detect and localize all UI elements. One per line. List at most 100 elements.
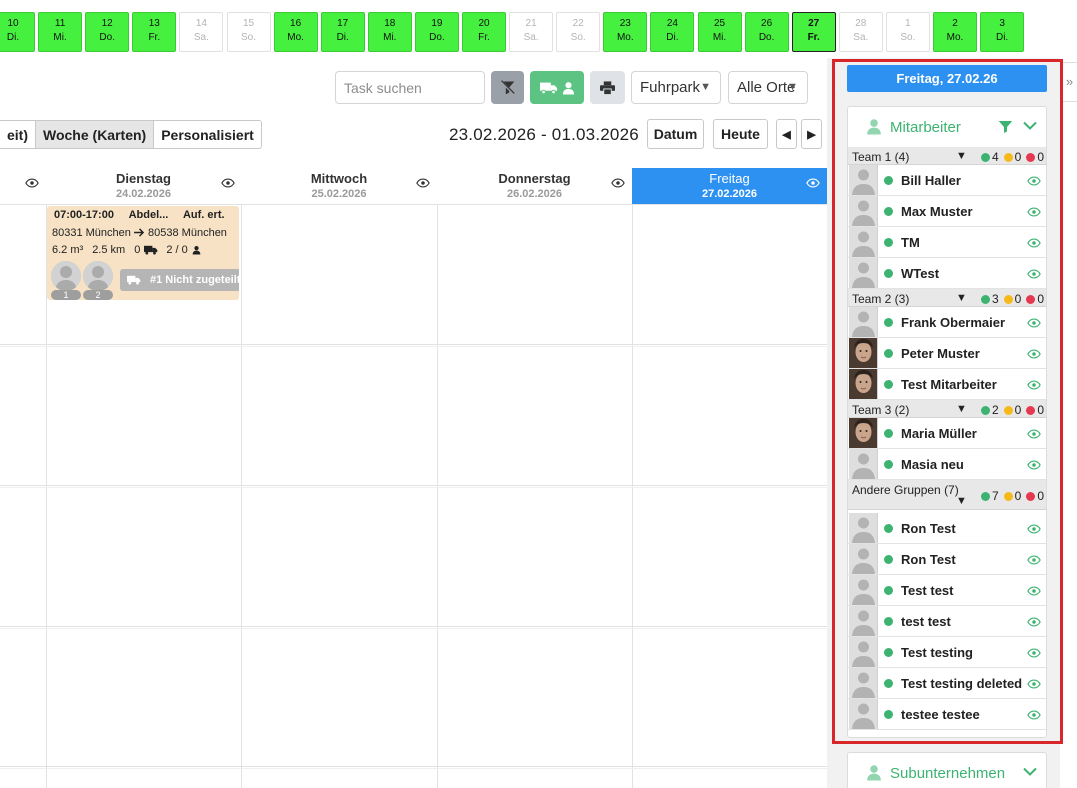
day-weekday: So. bbox=[240, 32, 256, 43]
task-card[interactable]: 07:00-17:00 Abdel... Auf. ert. 80331 Mün… bbox=[47, 206, 239, 300]
truck-icon bbox=[144, 245, 158, 255]
day-weekday: Fr. bbox=[148, 32, 161, 43]
day-cell[interactable]: 1 So. bbox=[885, 12, 930, 52]
column-date: 25.02.2026 bbox=[311, 188, 367, 200]
day-cell[interactable]: 16 Mo. bbox=[273, 12, 318, 52]
task-metrics: 6.2 m³ 2.5 km 0 2 / 0 bbox=[52, 244, 201, 256]
avatar[interactable] bbox=[83, 261, 113, 291]
grid-line bbox=[0, 768, 827, 769]
day-number: 18 bbox=[384, 18, 396, 29]
prev-week-button[interactable]: ◀ bbox=[776, 119, 797, 149]
day-cell[interactable]: 25 Mi. bbox=[697, 12, 742, 52]
collapse-sidebar-button[interactable]: » bbox=[1061, 62, 1077, 102]
day-weekday: So. bbox=[900, 32, 916, 43]
today-button[interactable]: Heute bbox=[713, 119, 768, 149]
day-number: 11 bbox=[54, 18, 66, 29]
chevron-down-icon: ▼ bbox=[787, 81, 798, 93]
grid-line bbox=[632, 205, 633, 788]
grid-line bbox=[0, 346, 827, 347]
fleet-select[interactable]: Fuhrpark ▼ bbox=[631, 71, 721, 104]
day-weekday: Mi. bbox=[383, 32, 397, 43]
day-cell[interactable]: 28 Sa. bbox=[838, 12, 883, 52]
vehicle-assignment-chip[interactable]: #1 Nicht zugeteilt bbox=[120, 269, 239, 291]
day-weekday: Mo. bbox=[946, 32, 964, 43]
column-day-name: Mittwoch bbox=[310, 171, 368, 186]
day-cell[interactable]: 13 Fr. bbox=[132, 12, 177, 52]
grid-line bbox=[0, 485, 827, 486]
day-number: 14 bbox=[195, 18, 207, 29]
day-cell[interactable]: 27 Fr. bbox=[791, 12, 836, 52]
column-date: 27.02.2026 bbox=[701, 188, 758, 200]
grid-line bbox=[0, 626, 827, 627]
day-cell[interactable]: 14 Sa. bbox=[179, 12, 224, 52]
task-search-input[interactable] bbox=[335, 71, 485, 104]
subcontractor-panel[interactable]: Subunternehmen bbox=[847, 752, 1047, 788]
day-weekday: Mi. bbox=[53, 32, 67, 43]
column-header-tuesday: Dienstag 24.02.2026 bbox=[46, 168, 241, 204]
day-weekday: Di. bbox=[666, 32, 679, 43]
next-week-button[interactable]: ▶ bbox=[801, 119, 822, 149]
day-number: 25 bbox=[713, 18, 726, 29]
user-placeholder-icon bbox=[83, 261, 113, 291]
truck-icon bbox=[539, 82, 557, 94]
tab-week-cards[interactable]: Woche (Karten) bbox=[35, 121, 154, 148]
column-day-name: Dienstag bbox=[116, 171, 171, 186]
tab-time-view[interactable]: eit) bbox=[0, 121, 35, 148]
fleet-select-value: Fuhrpark bbox=[640, 79, 701, 96]
day-cell[interactable]: 19 Do. bbox=[414, 12, 459, 52]
day-number: 12 bbox=[101, 18, 113, 29]
day-number: 26 bbox=[761, 18, 773, 29]
chevron-down-icon: ▼ bbox=[700, 81, 711, 93]
day-cell[interactable]: 2 Mo. bbox=[933, 12, 977, 52]
day-weekday: Di. bbox=[995, 32, 1009, 43]
day-cell[interactable]: 11 Mi. bbox=[38, 12, 83, 52]
day-weekday: Sa. bbox=[523, 32, 539, 43]
grid-line bbox=[0, 487, 827, 488]
task-customer: Abdel... bbox=[128, 209, 169, 221]
location-select[interactable]: Alle Orte ▼ bbox=[728, 71, 808, 104]
day-cell[interactable]: 23 Mo. bbox=[603, 12, 648, 52]
day-cell[interactable]: 22 So. bbox=[556, 12, 601, 52]
eye-icon[interactable] bbox=[611, 178, 625, 188]
day-number: 23 bbox=[619, 18, 631, 29]
task-type: Auf. ert. bbox=[182, 209, 225, 221]
day-cell[interactable]: 24 Di. bbox=[650, 12, 695, 52]
avatar-number: 1 bbox=[51, 290, 81, 300]
chevron-down-icon[interactable] bbox=[1023, 767, 1037, 777]
day-number: 22 bbox=[572, 18, 584, 29]
eye-icon[interactable] bbox=[806, 178, 820, 188]
day-weekday: Mo. bbox=[616, 32, 634, 43]
clear-filter-button[interactable] bbox=[491, 71, 524, 104]
day-cell[interactable]: 10 Di. bbox=[0, 12, 35, 52]
print-button[interactable] bbox=[590, 71, 625, 104]
task-route: 80331 München 80538 München bbox=[52, 227, 227, 239]
day-weekday: Mo. bbox=[287, 32, 304, 43]
day-cell[interactable]: 3 Di. bbox=[980, 12, 1025, 52]
day-cell[interactable]: 20 Fr. bbox=[462, 12, 506, 52]
day-cell[interactable]: 18 Mi. bbox=[367, 12, 412, 52]
day-number: 16 bbox=[290, 18, 302, 29]
vehicle-staff-toggle-button[interactable] bbox=[530, 71, 584, 104]
day-number: 2 bbox=[952, 18, 958, 29]
day-weekday: Sa. bbox=[193, 32, 209, 43]
day-cell[interactable]: 15 So. bbox=[226, 12, 271, 52]
eye-icon[interactable] bbox=[416, 178, 430, 188]
day-cell[interactable]: 17 Di. bbox=[320, 12, 365, 52]
user-icon bbox=[192, 245, 201, 255]
grid-line bbox=[0, 766, 827, 767]
eye-icon[interactable] bbox=[221, 178, 235, 188]
day-cell[interactable]: 12 Do. bbox=[85, 12, 130, 52]
day-cell[interactable]: 21 Sa. bbox=[509, 12, 554, 52]
column-header-wednesday: Mittwoch 25.02.2026 bbox=[241, 168, 437, 204]
day-weekday: Do. bbox=[99, 32, 115, 43]
avatar[interactable] bbox=[51, 261, 81, 291]
eye-icon[interactable] bbox=[25, 178, 39, 188]
column-date: 26.02.2026 bbox=[506, 188, 563, 200]
task-volume: 6.2 m³ bbox=[52, 244, 84, 256]
day-cell[interactable]: 26 Do. bbox=[744, 12, 789, 52]
day-number: 19 bbox=[431, 18, 443, 29]
tab-custom[interactable]: Personalisiert bbox=[153, 121, 261, 148]
user-icon bbox=[562, 81, 574, 94]
date-picker-button[interactable]: Datum bbox=[647, 119, 704, 149]
day-weekday: Do. bbox=[758, 32, 775, 43]
